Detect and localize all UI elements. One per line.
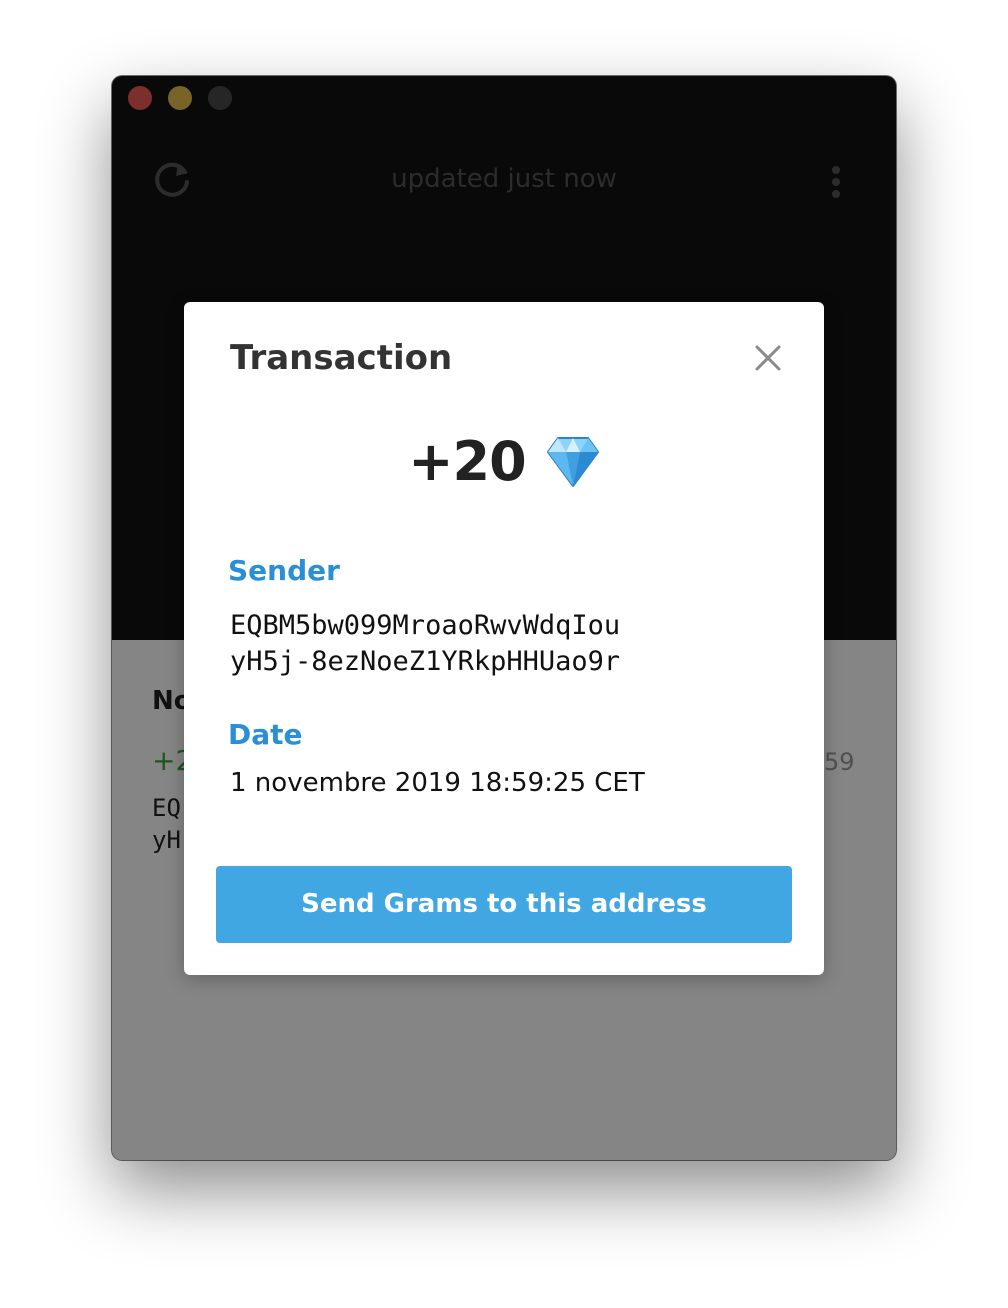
amount-row: +20 bbox=[184, 430, 824, 500]
transaction-amount: +20 bbox=[408, 430, 526, 493]
transaction-dialog: Transaction +20 Sender EQBM5bw099MroaoRw… bbox=[184, 302, 824, 975]
sender-address[interactable]: EQBM5bw099MroaoRwvWdqIou yH5j-8ezNoeZ1YR… bbox=[230, 608, 620, 680]
wallet-window: updated just now No +2 59 EQ yH Transact… bbox=[112, 76, 896, 1160]
sender-label: Sender bbox=[228, 554, 340, 587]
dialog-title: Transaction bbox=[230, 338, 453, 378]
send-grams-button[interactable]: Send Grams to this address bbox=[216, 866, 792, 943]
date-label: Date bbox=[228, 718, 303, 751]
close-icon[interactable] bbox=[752, 342, 784, 374]
diamond-icon bbox=[546, 436, 599, 487]
date-value: 1 novembre 2019 18:59:25 CET bbox=[230, 768, 645, 798]
